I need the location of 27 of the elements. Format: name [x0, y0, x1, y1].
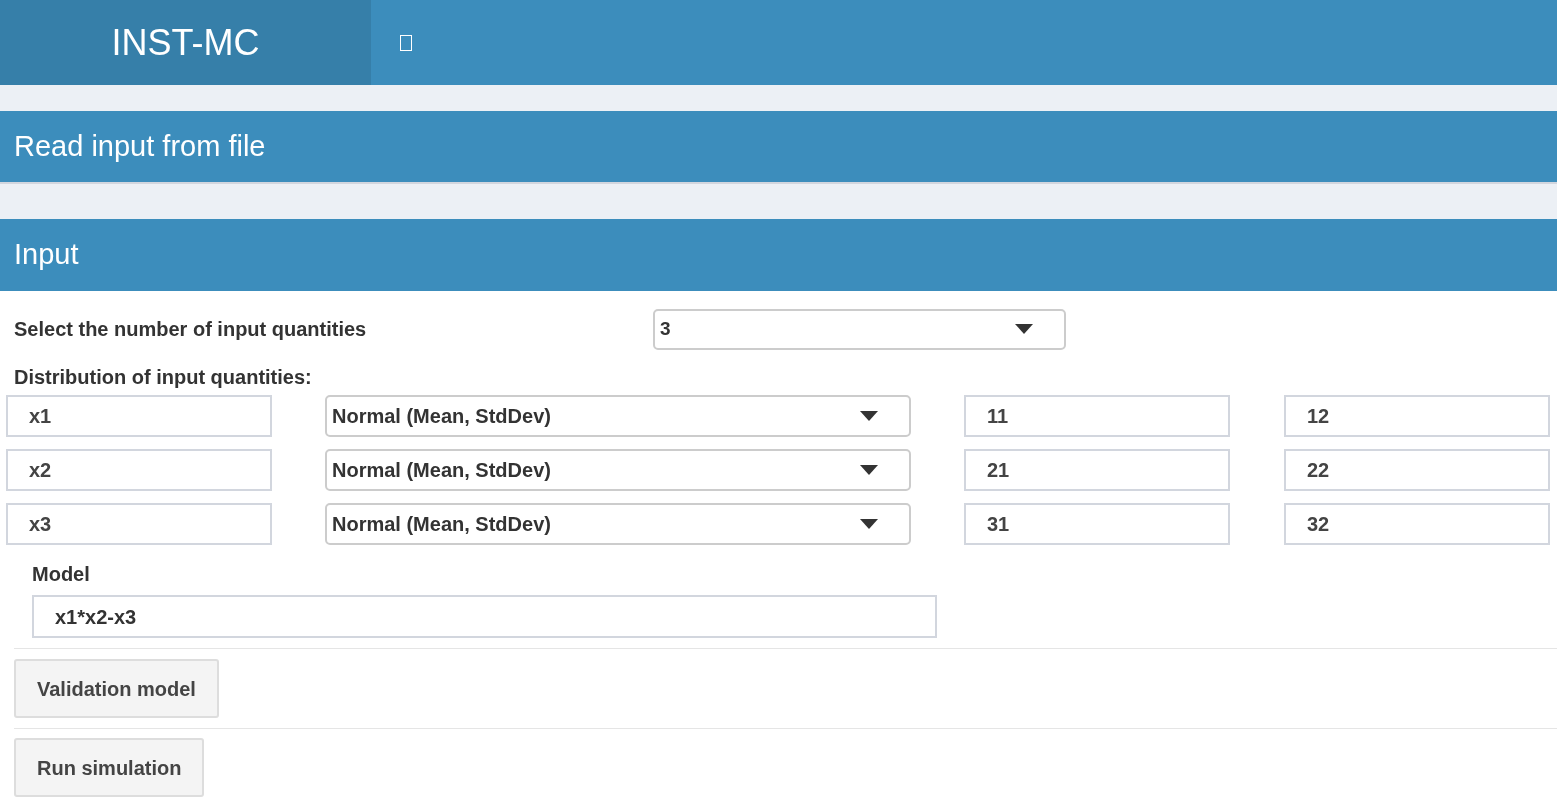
parameter-input[interactable]: 32 [1284, 503, 1550, 545]
app-title[interactable]: INST-MC [111, 15, 260, 70]
field-label: Select the number of input quantities [14, 317, 368, 342]
name-input[interactable]: x3 [6, 503, 272, 545]
box-title: Input [14, 237, 79, 273]
model-input[interactable]: x1*x2-x3 [32, 595, 937, 638]
square-icon[interactable] [400, 34, 412, 51]
distribution-select[interactable]: Normal (Mean, StdDev) [325, 503, 911, 545]
quantity-select[interactable]: 3 [653, 308, 1066, 350]
name-input[interactable]: x2 [6, 449, 272, 491]
parameter-input[interactable]: 22 [1284, 449, 1550, 491]
action-button[interactable]: Validation model [14, 659, 219, 718]
parameter-input[interactable]: 11 [964, 395, 1230, 437]
field-label: Distribution of input quantities: [14, 365, 313, 389]
distribution-select[interactable]: Normal (Mean, StdDev) [325, 395, 911, 437]
name-input[interactable]: x1 [6, 395, 272, 437]
caret-icon [860, 519, 878, 529]
field-label: Model [32, 562, 91, 586]
box-title: Read input from file [14, 128, 266, 164]
parameter-input[interactable]: 31 [964, 503, 1230, 545]
caret-icon [1015, 324, 1033, 334]
action-button[interactable]: Run simulation [14, 738, 205, 797]
parameter-input[interactable]: 12 [1284, 395, 1550, 437]
distribution-select[interactable]: Normal (Mean, StdDev) [325, 449, 911, 491]
caret-icon [860, 465, 878, 475]
parameter-input[interactable]: 21 [964, 449, 1230, 491]
caret-icon [860, 411, 878, 421]
